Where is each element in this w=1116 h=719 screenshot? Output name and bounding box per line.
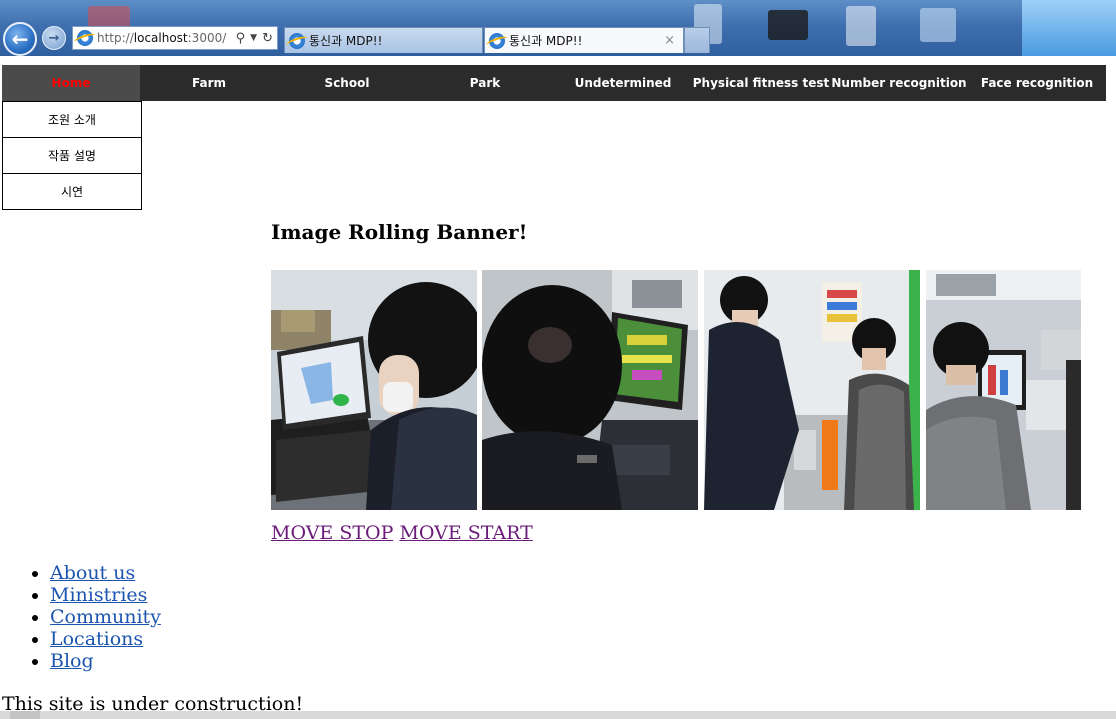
move-stop-link[interactable]: MOVE STOP (271, 522, 393, 544)
nav-item-undetermined[interactable]: Undetermined (554, 65, 692, 101)
banner-photo (482, 270, 698, 510)
link-list: About us Ministries Community Locations … (30, 562, 161, 672)
scroll-left-icon[interactable] (10, 711, 40, 719)
nav-item-face-recognition[interactable]: Face recognition (968, 65, 1106, 101)
forward-button[interactable]: → (42, 26, 66, 50)
list-item: Community (50, 606, 161, 628)
list-item: Blog (50, 650, 161, 672)
tab-active[interactable]: 통신과 MDP!! × (484, 27, 684, 53)
link-community[interactable]: Community (50, 606, 161, 628)
nav-item-physical-fitness-test[interactable]: Physical fitness test (692, 65, 830, 101)
banner-photo (271, 270, 477, 510)
nav-item-number-recognition[interactable]: Number recognition (830, 65, 968, 101)
tab-title: 통신과 MDP!! (509, 34, 583, 48)
link-locations[interactable]: Locations (50, 628, 143, 650)
banner-controls: MOVE STOP MOVE START (271, 522, 533, 544)
nav-item-park[interactable]: Park (416, 65, 554, 101)
dropdown-submenu: 조원 소개 작품 설명 시연 (2, 101, 142, 210)
nav-item-home[interactable]: Home (2, 65, 140, 101)
link-about-us[interactable]: About us (50, 562, 135, 584)
ie-icon (289, 32, 305, 49)
banner-photo (926, 270, 1081, 510)
address-bar[interactable]: http://localhost:3000/ ⚲ ▼ ↻ (72, 26, 278, 50)
refresh-icon[interactable]: ↻ (262, 31, 273, 46)
browser-chrome: ← → http://localhost:3000/ ⚲ ▼ ↻ 통신과 MDP… (0, 0, 1116, 56)
nav-item-school[interactable]: School (278, 65, 416, 101)
arrow-left-icon: ← (11, 27, 29, 51)
submenu-item-project-description[interactable]: 작품 설명 (2, 138, 142, 174)
search-icon[interactable]: ⚲ (236, 31, 246, 46)
nav-item-farm[interactable]: Farm (140, 65, 278, 101)
list-item: Locations (50, 628, 161, 650)
page-content: Home Farm School Park Undetermined Physi… (0, 56, 1116, 719)
list-item: About us (50, 562, 161, 584)
arrow-right-icon: → (48, 30, 60, 46)
banner-heading: Image Rolling Banner! (271, 220, 528, 244)
back-button[interactable]: ← (3, 22, 37, 56)
submenu-item-demo[interactable]: 시연 (2, 174, 142, 210)
tab-title: 통신과 MDP!! (309, 34, 383, 48)
ie-icon (77, 30, 93, 46)
link-ministries[interactable]: Ministries (50, 584, 147, 606)
address-url[interactable]: http://localhost:3000/ (97, 31, 236, 45)
submenu-item-team-intro[interactable]: 조원 소개 (2, 101, 142, 138)
banner-photo (704, 270, 920, 510)
dropdown-icon[interactable]: ▼ (250, 33, 257, 43)
link-blog[interactable]: Blog (50, 650, 94, 672)
move-start-link[interactable]: MOVE START (399, 522, 532, 544)
ie-icon (489, 32, 505, 49)
new-tab-button[interactable] (684, 27, 710, 53)
list-item: Ministries (50, 584, 161, 606)
horizontal-scrollbar[interactable] (0, 711, 1116, 719)
image-rolling-banner (271, 270, 1081, 510)
top-navigation: Home Farm School Park Undetermined Physi… (2, 65, 1106, 101)
close-icon[interactable]: × (664, 33, 675, 48)
tab-inactive[interactable]: 통신과 MDP!! (284, 27, 483, 53)
